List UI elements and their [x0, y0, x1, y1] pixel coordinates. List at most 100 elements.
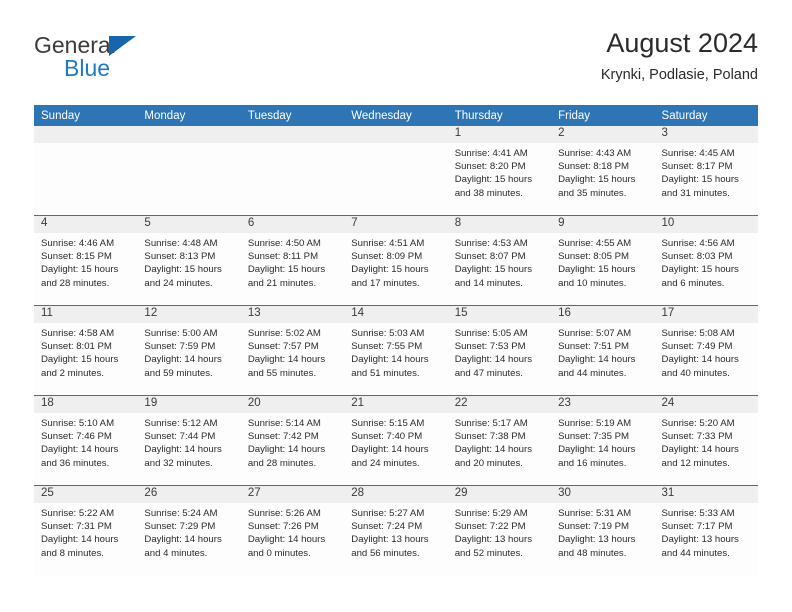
- calendar-day-cell[interactable]: 23 Sunrise: 5:19 AM Sunset: 7:35 PM Dayligh…: [551, 395, 655, 486]
- calendar-day-cell[interactable]: 1 Sunrise: 4:41 AM Sunset: 8:20 PM Daylight…: [447, 126, 552, 216]
- sunset-text: Sunset: 8:17 PM: [661, 161, 733, 173]
- calendar-day-cell[interactable]: 9 Sunrise: 4:55 AM Sunset: 8:05 PM Daylight…: [551, 215, 655, 306]
- daylight-text: Daylight: 14 hours and 44 minutes.: [558, 354, 636, 379]
- weekday-header-tuesday: Tuesday: [240, 105, 345, 126]
- calendar-day-cell[interactable]: 17 Sunrise: 5:08 AM Sunset: 7:49 PM Dayligh…: [654, 305, 758, 396]
- calendar-day-cell[interactable]: 24 Sunrise: 5:20 AM Sunset: 7:33 PM Dayligh…: [654, 395, 758, 486]
- calendar-week-row: 11 Sunrise: 4:58 AM Sunset: 8:01 PM Dayligh…: [34, 305, 758, 396]
- sunset-text: Sunset: 7:40 PM: [351, 431, 423, 443]
- day-details: Sunrise: 5:20 AM Sunset: 7:33 PM Daylight:…: [655, 413, 758, 470]
- calendar-day-cell[interactable]: 25 Sunrise: 5:22 AM Sunset: 7:31 PM Dayligh…: [34, 485, 138, 575]
- day-details: Sunrise: 5:22 AM Sunset: 7:31 PM Daylight:…: [34, 503, 137, 560]
- daylight-text: Daylight: 15 hours and 38 minutes.: [454, 174, 533, 199]
- day-details: Sunrise: 4:56 AM Sunset: 8:03 PM Daylight:…: [655, 233, 758, 290]
- calendar-week-row: 25 Sunrise: 5:22 AM Sunset: 7:31 PM Dayligh…: [34, 485, 758, 575]
- calendar-day-cell[interactable]: 7 Sunrise: 4:51 AM Sunset: 8:09 PM Daylight…: [344, 215, 448, 306]
- day-number: 16: [551, 306, 655, 323]
- calendar-day-cell[interactable]: 28 Sunrise: 5:27 AM Sunset: 7:24 PM Dayligh…: [344, 485, 448, 575]
- day-details: Sunrise: 5:02 AM Sunset: 7:57 PM Daylight:…: [241, 323, 344, 380]
- calendar-day-cell[interactable]: 5 Sunrise: 4:48 AM Sunset: 8:13 PM Daylight…: [137, 215, 241, 306]
- calendar-day-cell[interactable]: 11 Sunrise: 4:58 AM Sunset: 8:01 PM Dayligh…: [34, 305, 138, 396]
- calendar-day-cell[interactable]: [34, 126, 138, 216]
- day-number: 5: [137, 216, 241, 233]
- general-blue-logo[interactable]: General Blue: [34, 32, 254, 94]
- title-block: August 2024 Krynki, Podlasie, Poland: [601, 26, 758, 86]
- calendar-day-cell[interactable]: 14 Sunrise: 5:03 AM Sunset: 7:55 PM Dayligh…: [344, 305, 448, 396]
- calendar-day-cell[interactable]: [344, 126, 448, 216]
- sunrise-text: Sunrise: 5:24 AM: [144, 508, 218, 519]
- calendar-day-cell[interactable]: 8 Sunrise: 4:53 AM Sunset: 8:07 PM Daylight…: [447, 215, 552, 306]
- calendar-day-cell[interactable]: 6 Sunrise: 4:50 AM Sunset: 8:11 PM Daylight…: [240, 215, 345, 306]
- day-number: 9: [551, 216, 655, 233]
- calendar-day-cell[interactable]: 2 Sunrise: 4:43 AM Sunset: 8:18 PM Daylight…: [551, 126, 655, 216]
- daylight-text: Daylight: 13 hours and 56 minutes.: [351, 534, 429, 559]
- daylight-text: Daylight: 14 hours and 32 minutes.: [144, 444, 222, 469]
- day-details: Sunrise: 4:41 AM Sunset: 8:20 PM Daylight:…: [448, 143, 551, 200]
- calendar-day-cell[interactable]: 20 Sunrise: 5:14 AM Sunset: 7:42 PM Dayligh…: [240, 395, 345, 486]
- day-number: 11: [34, 306, 138, 323]
- sunrise-text: Sunrise: 5:17 AM: [454, 418, 528, 429]
- weekday-header-thursday: Thursday: [447, 105, 552, 126]
- calendar-day-cell[interactable]: 16 Sunrise: 5:07 AM Sunset: 7:51 PM Dayligh…: [551, 305, 655, 396]
- calendar-day-cell[interactable]: 4 Sunrise: 4:46 AM Sunset: 8:15 PM Daylight…: [34, 215, 138, 306]
- calendar-day-cell[interactable]: 26 Sunrise: 5:24 AM Sunset: 7:29 PM Dayligh…: [137, 485, 241, 575]
- day-details: Sunrise: 5:05 AM Sunset: 7:53 PM Daylight:…: [448, 323, 551, 380]
- weekday-header-sunday: Sunday: [34, 105, 138, 126]
- daylight-text: Daylight: 14 hours and 40 minutes.: [661, 354, 739, 379]
- daylight-text: Daylight: 15 hours and 21 minutes.: [247, 264, 326, 289]
- sunset-text: Sunset: 8:11 PM: [247, 251, 319, 263]
- day-number: 10: [654, 216, 758, 233]
- day-details: Sunrise: 5:24 AM Sunset: 7:29 PM Daylight:…: [137, 503, 240, 560]
- sunrise-text: Sunrise: 5:19 AM: [558, 418, 632, 429]
- calendar-day-cell[interactable]: 19 Sunrise: 5:12 AM Sunset: 7:44 PM Dayligh…: [137, 395, 241, 486]
- daylight-text: Daylight: 14 hours and 12 minutes.: [661, 444, 739, 469]
- page-title: August 2024: [606, 28, 758, 58]
- day-number: 27: [240, 486, 345, 503]
- day-number: 12: [137, 306, 241, 323]
- sunset-text: Sunset: 7:24 PM: [351, 521, 423, 533]
- calendar-day-cell[interactable]: 10 Sunrise: 4:56 AM Sunset: 8:03 PM Dayligh…: [654, 215, 758, 306]
- day-details: Sunrise: 5:27 AM Sunset: 7:24 PM Daylight:…: [344, 503, 447, 560]
- calendar-day-cell[interactable]: [240, 126, 345, 216]
- daylight-text: Daylight: 14 hours and 59 minutes.: [144, 354, 222, 379]
- calendar-day-cell[interactable]: 3 Sunrise: 4:45 AM Sunset: 8:17 PM Daylight…: [654, 126, 758, 216]
- calendar-day-cell[interactable]: 29 Sunrise: 5:29 AM Sunset: 7:22 PM Dayligh…: [447, 485, 552, 575]
- day-number: 17: [654, 306, 758, 323]
- calendar-day-cell[interactable]: 13 Sunrise: 5:02 AM Sunset: 7:57 PM Dayligh…: [240, 305, 345, 396]
- sunset-text: Sunset: 7:44 PM: [144, 431, 216, 443]
- sunset-text: Sunset: 7:53 PM: [454, 341, 526, 353]
- weekday-header-friday: Friday: [551, 105, 655, 126]
- calendar-day-cell[interactable]: 12 Sunrise: 5:00 AM Sunset: 7:59 PM Dayligh…: [137, 305, 241, 396]
- sunrise-text: Sunrise: 5:31 AM: [558, 508, 632, 519]
- sunset-text: Sunset: 7:26 PM: [247, 521, 319, 533]
- calendar-day-cell[interactable]: 21 Sunrise: 5:15 AM Sunset: 7:40 PM Dayligh…: [344, 395, 448, 486]
- day-details: Sunrise: 5:31 AM Sunset: 7:19 PM Daylight:…: [551, 503, 654, 560]
- sunrise-text: Sunrise: 4:53 AM: [454, 238, 528, 249]
- day-details: Sunrise: 5:00 AM Sunset: 7:59 PM Daylight:…: [137, 323, 240, 380]
- logo-text-blue: Blue: [64, 55, 111, 81]
- day-details: Sunrise: 5:08 AM Sunset: 7:49 PM Daylight:…: [655, 323, 758, 380]
- calendar-day-cell[interactable]: 15 Sunrise: 5:05 AM Sunset: 7:53 PM Dayligh…: [447, 305, 552, 396]
- day-details: Sunrise: 4:50 AM Sunset: 8:11 PM Daylight:…: [241, 233, 344, 290]
- calendar-day-cell[interactable]: 31 Sunrise: 5:33 AM Sunset: 7:17 PM Dayligh…: [654, 485, 758, 575]
- daylight-text: Daylight: 14 hours and 47 minutes.: [454, 354, 533, 379]
- day-number: 29: [447, 486, 552, 503]
- day-number: 7: [344, 216, 448, 233]
- calendar-day-cell[interactable]: 22 Sunrise: 5:17 AM Sunset: 7:38 PM Dayligh…: [447, 395, 552, 486]
- day-number: 18: [34, 396, 138, 413]
- calendar-day-cell[interactable]: 18 Sunrise: 5:10 AM Sunset: 7:46 PM Dayligh…: [34, 395, 138, 486]
- sunrise-text: Sunrise: 5:20 AM: [661, 418, 735, 429]
- day-details: Sunrise: 4:45 AM Sunset: 8:17 PM Daylight:…: [655, 143, 758, 200]
- day-number: 6: [240, 216, 345, 233]
- calendar-day-cell[interactable]: 30 Sunrise: 5:31 AM Sunset: 7:19 PM Dayligh…: [551, 485, 655, 575]
- calendar-day-cell[interactable]: 27 Sunrise: 5:26 AM Sunset: 7:26 PM Dayligh…: [240, 485, 345, 575]
- sunrise-text: Sunrise: 5:33 AM: [661, 508, 735, 519]
- day-number: 4: [34, 216, 138, 233]
- calendar-header-row: Sunday Monday Tuesday Wednesday Thursday…: [34, 105, 758, 126]
- sunset-text: Sunset: 8:09 PM: [351, 251, 423, 263]
- daylight-text: Daylight: 15 hours and 17 minutes.: [351, 264, 429, 289]
- day-details: Sunrise: 4:43 AM Sunset: 8:18 PM Daylight:…: [551, 143, 654, 200]
- weekday-header-monday: Monday: [137, 105, 241, 126]
- calendar-day-cell[interactable]: [137, 126, 241, 216]
- calendar-body: 1 Sunrise: 4:41 AM Sunset: 8:20 PM Daylight…: [34, 126, 758, 575]
